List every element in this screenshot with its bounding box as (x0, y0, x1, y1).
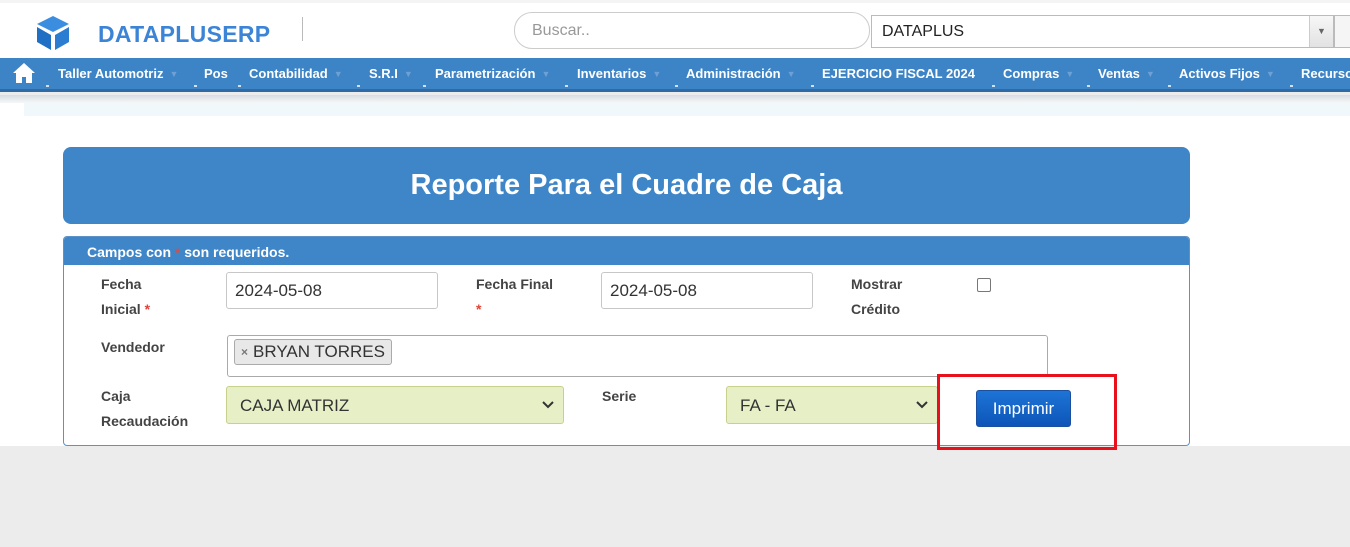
nav-item-compras[interactable]: Compras ▼ (1003, 66, 1074, 81)
home-icon[interactable] (12, 62, 36, 84)
caret-down-icon: ▼ (786, 69, 796, 79)
nav-tick (992, 85, 995, 87)
caret-down-icon: ▼ (169, 69, 179, 79)
dropdown-arrow-icon[interactable]: ▼ (1309, 16, 1333, 47)
divider (302, 17, 303, 41)
caret-down-icon: ▼ (333, 69, 343, 79)
vendedor-label: Vendedor (101, 339, 165, 355)
chevron-down-icon (916, 401, 928, 409)
nav-item-ventas[interactable]: Ventas ▼ (1098, 66, 1155, 81)
nav-item-parametrizacion[interactable]: Parametrización ▼ (435, 66, 550, 81)
nav-item-contabilidad[interactable]: Contabilidad ▼ (249, 66, 343, 81)
nav-tick (1168, 85, 1171, 87)
caja-label: Caja Recaudación (101, 388, 189, 429)
fecha-final-input[interactable] (601, 272, 813, 309)
nav-tick (357, 85, 360, 87)
main-nav: Taller Automotriz ▼ Pos Contabilidad ▼ S.R… (0, 58, 1350, 92)
tint-strip (24, 103, 1350, 116)
caja-select[interactable]: CAJA MATRIZ (226, 386, 564, 424)
fecha-final-label: Fecha Final * (476, 276, 554, 317)
nav-tick (675, 85, 678, 87)
company-select[interactable]: DATAPLUS ▼ (871, 15, 1334, 48)
serie-select[interactable]: FA - FA (726, 386, 938, 424)
caret-down-icon: ▼ (1065, 69, 1075, 79)
nav-tick (423, 85, 426, 87)
required-note: Campos con * son requeridos. (87, 244, 290, 260)
highlight-box (937, 374, 1117, 450)
page-title: Reporte Para el Cuadre de Caja (410, 169, 843, 201)
caret-down-icon: ▼ (652, 69, 662, 79)
nav-tick (238, 85, 241, 87)
top-bar: DATAPLUSERP DATAPLUS ▼ (0, 0, 1350, 61)
remove-tag-icon[interactable]: × (241, 345, 248, 359)
nav-item-inventarios[interactable]: Inventarios ▼ (577, 66, 661, 81)
caret-down-icon: ▼ (541, 69, 551, 79)
serie-label: Serie (602, 388, 637, 404)
mostrar-credito-label: Mostrar Crédito (851, 276, 903, 317)
nav-shadow (0, 95, 1350, 103)
nav-tick (1290, 85, 1293, 87)
mostrar-credito-checkbox[interactable] (977, 278, 991, 292)
nav-item-ejercicio-fiscal[interactable]: EJERCICIO FISCAL 2024 (822, 66, 975, 81)
brand-name: DATAPLUSERP (98, 21, 271, 47)
brand-tab[interactable]: DATAPLUSERP (88, 17, 290, 61)
nav-item-recursos[interactable]: Recursos (1301, 66, 1350, 81)
content-area: Reporte Para el Cuadre de Caja Campos co… (0, 103, 1350, 446)
cube-logo-icon (37, 16, 69, 50)
caret-down-icon: ▼ (1265, 69, 1275, 79)
nav-tick (46, 85, 49, 87)
fecha-inicial-label: Fecha Inicial * (101, 276, 151, 317)
fecha-inicial-input[interactable] (226, 272, 438, 309)
report-header: Reporte Para el Cuadre de Caja (63, 147, 1190, 224)
nav-tick (194, 85, 197, 87)
nav-item-sri[interactable]: S.R.I ▼ (369, 66, 413, 81)
nav-item-taller-automotriz[interactable]: Taller Automotriz ▼ (58, 66, 178, 81)
nav-tick (811, 85, 814, 87)
company-select-value: DATAPLUS (882, 23, 965, 40)
extra-button[interactable] (1334, 15, 1350, 48)
chevron-down-icon (542, 401, 554, 409)
caret-down-icon: ▼ (1145, 69, 1155, 79)
nav-tick (565, 85, 568, 87)
search-input[interactable] (514, 12, 870, 49)
vendedor-tag[interactable]: × BRYAN TORRES (234, 339, 392, 365)
form-header: Campos con * son requeridos. (64, 237, 1189, 265)
nav-item-pos[interactable]: Pos (204, 66, 228, 81)
nav-item-administracion[interactable]: Administración ▼ (686, 66, 796, 81)
caret-down-icon: ▼ (403, 69, 413, 79)
nav-tick (1087, 85, 1090, 87)
vendedor-multiselect[interactable]: × BRYAN TORRES (227, 335, 1048, 377)
nav-item-activos-fijos[interactable]: Activos Fijos ▼ (1179, 66, 1275, 81)
